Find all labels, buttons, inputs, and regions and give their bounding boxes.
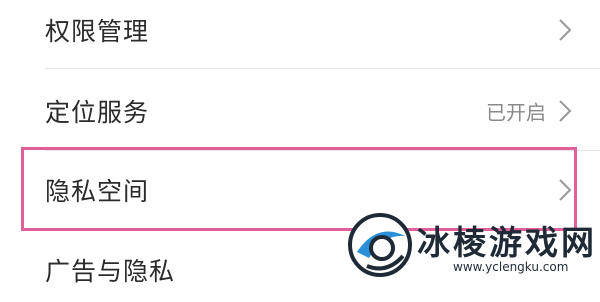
settings-item-location-services[interactable]: 定位服务 已开启 <box>0 79 600 143</box>
settings-item-label: 权限管理 <box>45 17 150 46</box>
divider <box>45 68 600 69</box>
settings-item-status: 已开启 <box>486 100 546 125</box>
chevron-right-icon <box>558 99 572 123</box>
settings-item-label: 广告与隐私 <box>45 257 176 286</box>
settings-item-label: 定位服务 <box>45 98 150 127</box>
watermark-url: www.yclengku.com <box>453 260 569 274</box>
divider <box>45 150 600 151</box>
watermark: 冰棱游戏网 www.yclengku.com <box>345 210 600 280</box>
chevron-right-icon <box>558 178 572 202</box>
chevron-right-icon <box>558 18 572 42</box>
settings-item-permission-management[interactable]: 权限管理 <box>0 0 600 62</box>
disc-logo-icon <box>347 212 413 278</box>
watermark-title: 冰棱游戏网 <box>417 223 597 262</box>
settings-item-label: 隐私空间 <box>45 177 150 206</box>
